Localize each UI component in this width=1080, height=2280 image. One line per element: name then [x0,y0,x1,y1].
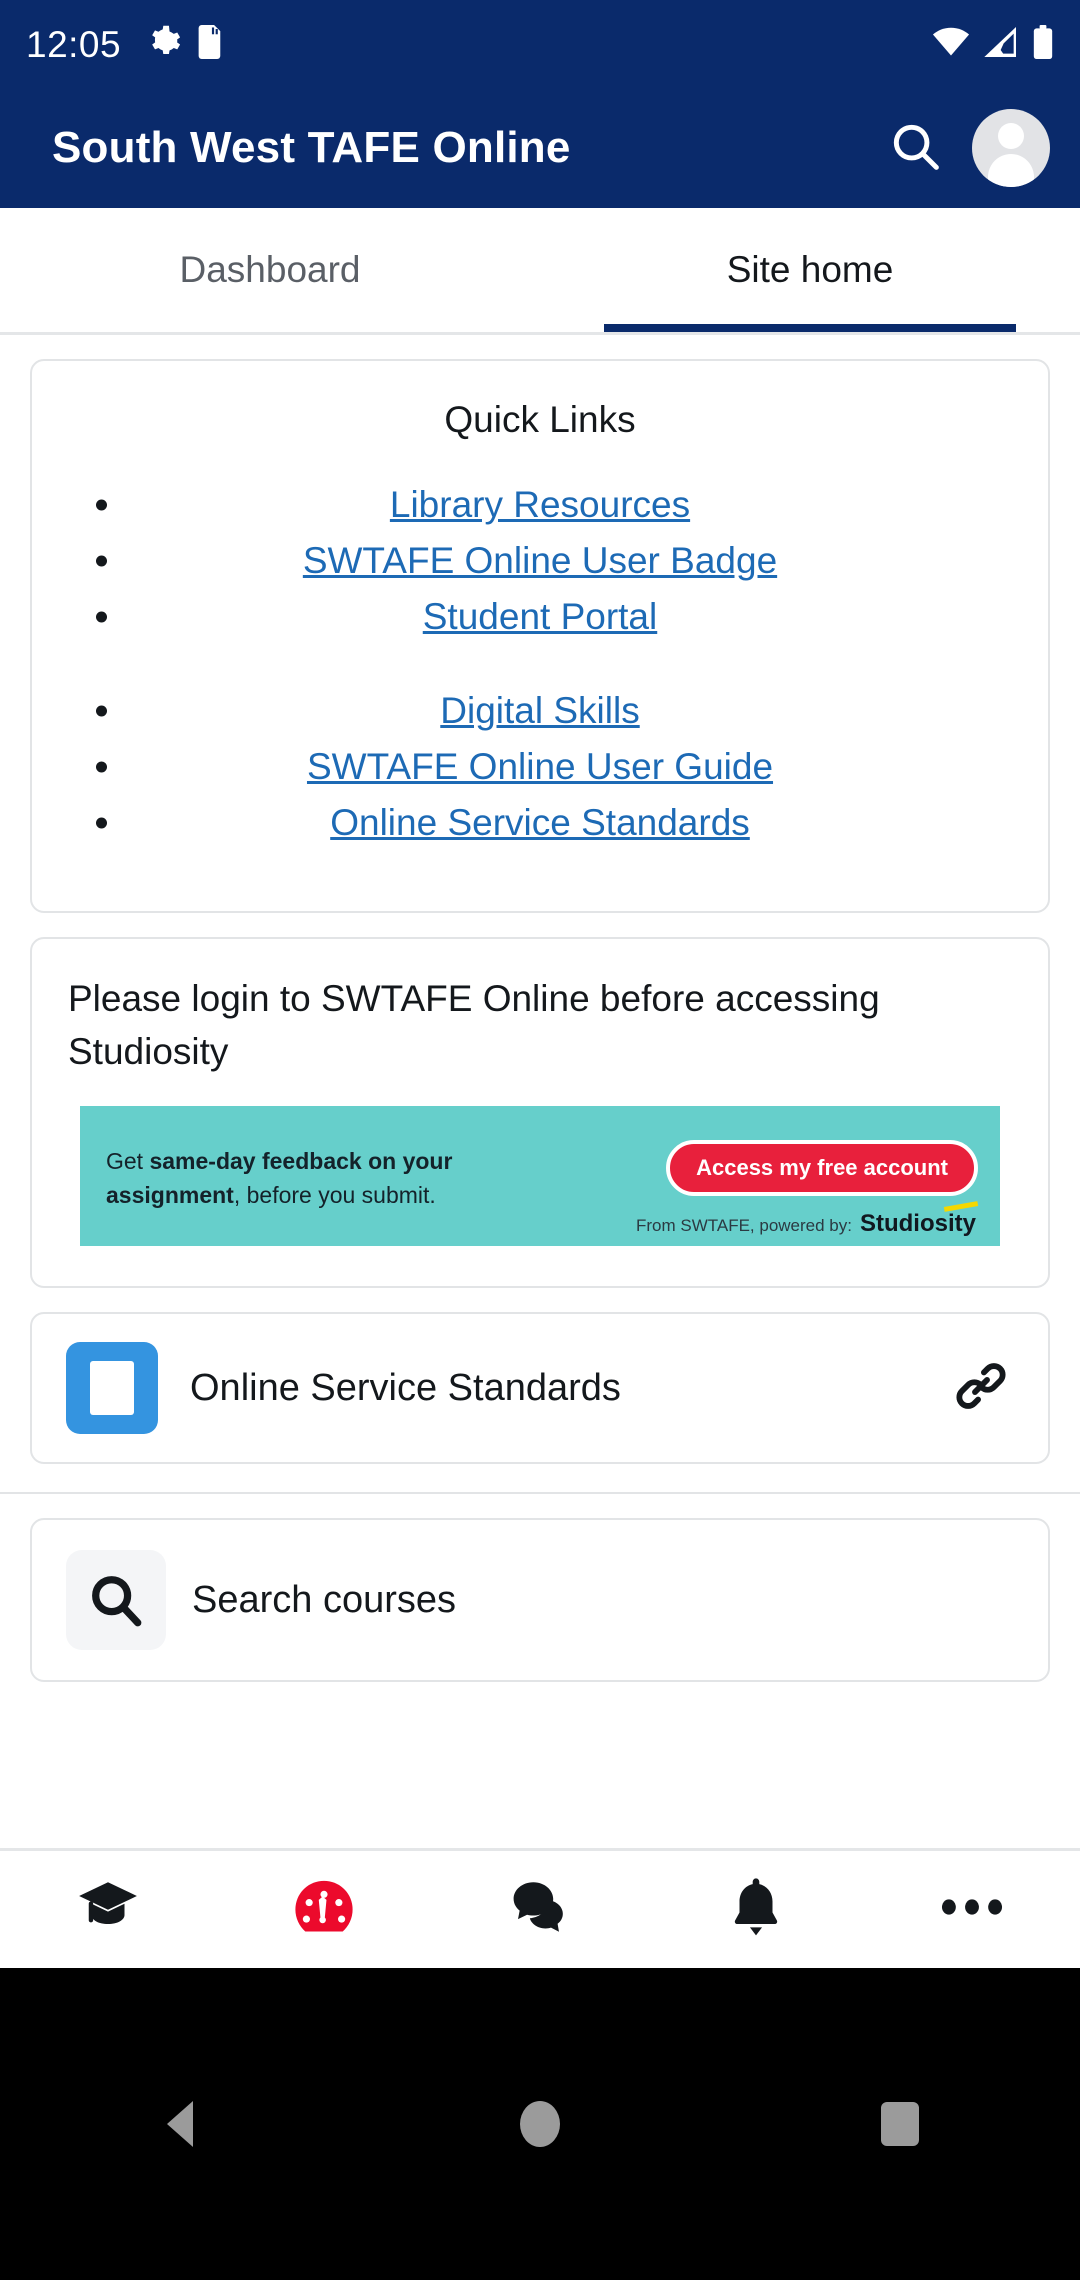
bullet-icon [96,499,107,511]
wifi-icon [932,27,970,62]
dashboard-gauge-icon [291,1874,357,1945]
app-screen: 12:05 South West TAFE Online Dashboard S… [0,0,1080,2280]
recents-button[interactable] [720,2102,1080,2146]
main-content: Quick Links Library Resources SWTAFE Onl… [0,335,1080,1968]
mobile-signal-icon [984,26,1018,62]
avatar[interactable] [972,109,1050,187]
bullet-icon [96,611,107,623]
quick-link-online-service-standards[interactable]: Online Service Standards [330,802,750,844]
banner-footer-text: From SWTAFE, powered by: [635,1216,852,1236]
tab-site-home-label: Site home [726,249,894,290]
status-bar: 12:05 [0,0,1080,88]
page-title: South West TAFE Online [52,123,571,172]
list-item[interactable]: SWTAFE Online User Badge [32,533,1048,589]
bullet-icon [96,817,107,829]
tab-dashboard-label: Dashboard [179,249,361,290]
app-bar: South West TAFE Online [0,88,1080,208]
more-dots-icon [939,1895,1005,1924]
module-card-online-service-standards[interactable]: Online Service Standards [30,1312,1050,1465]
search-icon [66,1550,166,1651]
home-circle-icon [520,2101,560,2147]
search-courses-card[interactable]: Search courses [30,1518,1050,1683]
bottom-nav-item-notifications[interactable] [648,1874,864,1945]
quick-link-user-guide[interactable]: SWTAFE Online User Guide [307,746,773,788]
quick-link-digital-skills[interactable]: Digital Skills [440,690,639,732]
status-bar-notification-icons [147,24,225,64]
studiosity-brand-logo: Studiosity [859,1210,976,1238]
bottom-nav-item-messages[interactable] [432,1874,648,1945]
list-item[interactable]: Online Service Standards [32,795,1048,851]
list-item[interactable]: Student Portal [32,589,1048,645]
chat-bubbles-icon [507,1874,573,1945]
list-item[interactable]: Library Resources [32,477,1048,533]
studiosity-banner-footer: From SWTAFE, powered by: Studiosity [636,1210,976,1238]
search-icon[interactable] [888,119,942,178]
status-bar-clock: 12:05 [26,23,122,65]
banner-line2-bold: assignment [106,1182,234,1209]
recents-square-icon [881,2102,919,2146]
list-item[interactable]: Digital Skills [32,683,1048,739]
list-item[interactable]: SWTAFE Online User Guide [32,739,1048,795]
bottom-nav-item-courses[interactable] [0,1874,216,1945]
back-triangle-icon [167,2101,193,2147]
studiosity-banner-copy: Get same-day feedback on your assignment… [106,1140,452,1213]
bottom-nav-item-more[interactable] [864,1895,1080,1924]
quick-links-card: Quick Links Library Resources SWTAFE Onl… [30,359,1050,913]
quick-links-list: Library Resources SWTAFE Online User Bad… [32,477,1048,911]
link-chain-icon[interactable] [952,1357,1014,1420]
section-divider [0,1492,1080,1495]
page-shape [90,1361,134,1416]
quick-link-user-badge[interactable]: SWTAFE Online User Badge [303,540,777,582]
document-page-icon [66,1342,158,1435]
bullet-icon [96,555,107,567]
home-button[interactable] [360,2101,720,2147]
banner-line1-prefix: Get [106,1147,150,1174]
battery-full-icon [1032,24,1054,64]
bottom-navigation [0,1848,1080,1968]
tab-dashboard[interactable]: Dashboard [0,208,540,332]
module-row[interactable]: Online Service Standards [32,1314,1048,1462]
sd-card-icon [197,24,225,64]
app-bar-actions [888,109,1050,187]
search-courses-label: Search courses [192,1578,457,1621]
bullet-icon [96,761,107,773]
banner-line1-bold: same-day feedback on your [149,1147,453,1174]
studiosity-notice: Please login to SWTAFE Online before acc… [68,978,880,1072]
back-button[interactable] [0,2101,360,2147]
quick-links-title: Quick Links [444,399,636,440]
tab-site-home[interactable]: Site home [540,208,1080,332]
notification-bell-icon [723,1874,789,1945]
quick-link-student-portal[interactable]: Student Portal [423,596,657,638]
banner-line2-suffix: , before you submit. [233,1182,436,1209]
android-navigation-bar [0,1968,1080,2280]
quick-link-library-resources[interactable]: Library Resources [390,484,690,526]
tab-bar: Dashboard Site home [0,208,1080,335]
studiosity-banner[interactable]: Get same-day feedback on your assignment… [80,1106,1000,1247]
list-spacer [32,645,1048,683]
search-courses-row[interactable]: Search courses [32,1520,1048,1680]
module-label: Online Service Standards [190,1366,621,1409]
graduation-cap-icon [75,1874,141,1945]
status-bar-system-icons [932,24,1054,64]
bottom-nav-item-dashboard[interactable] [216,1874,432,1945]
studiosity-card: Please login to SWTAFE Online before acc… [30,937,1050,1289]
settings-gear-icon [147,25,181,64]
access-free-account-button[interactable]: Access my free account [666,1140,978,1197]
bullet-icon [96,705,107,717]
